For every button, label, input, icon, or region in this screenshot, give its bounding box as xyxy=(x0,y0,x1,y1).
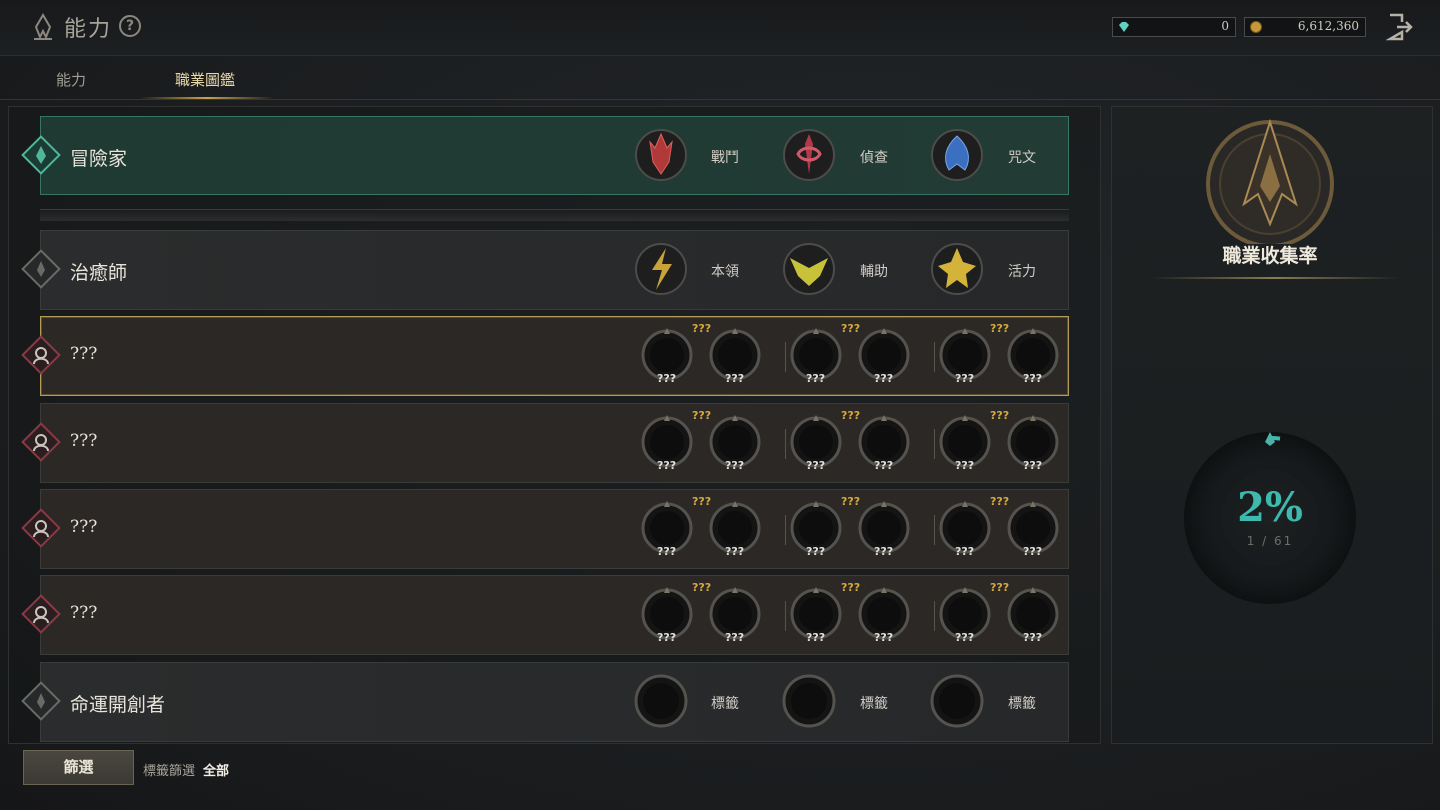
subclass-label: 輔助 xyxy=(860,264,888,280)
empty-emblem-icon[interactable] xyxy=(930,674,984,728)
locked-class-icon xyxy=(21,422,61,462)
group-divider xyxy=(785,601,786,631)
fate-pioneer-emblem-icon xyxy=(21,681,61,721)
subclass-label: 戰鬥 xyxy=(711,150,739,166)
subclass-label: 本領 xyxy=(711,264,739,280)
locked-slot-label: ??? xyxy=(874,459,894,472)
class-name: ??? xyxy=(70,344,98,364)
collection-percent: 2% xyxy=(1237,484,1303,531)
tab-bar: 能力 職業圖鑑 xyxy=(0,56,1440,100)
collection-title: 職業收集率 xyxy=(1222,245,1318,267)
locked-slot-label: ??? xyxy=(955,459,975,472)
scout-emblem-icon[interactable] xyxy=(782,128,836,182)
locked-slot-label: ??? xyxy=(657,631,677,644)
subclass-label: 活力 xyxy=(1008,264,1036,280)
class-row-adventurer[interactable] xyxy=(40,116,1069,195)
class-row-fate-pioneer[interactable] xyxy=(40,662,1069,742)
locked-slot-label: ??? xyxy=(725,545,745,558)
help-circle-icon[interactable]: ? xyxy=(119,15,141,37)
locked-slot-label: ??? xyxy=(955,372,975,385)
locked-class-icon xyxy=(21,335,61,375)
empty-emblem-icon[interactable] xyxy=(782,674,836,728)
collection-count: 1 / 61 xyxy=(1246,534,1294,548)
locked-class-icon xyxy=(21,594,61,634)
healer-emblem-icon xyxy=(21,249,61,289)
group-divider xyxy=(934,515,935,545)
class-name: 治癒師 xyxy=(70,262,128,284)
support-emblem-icon[interactable] xyxy=(782,242,836,296)
subclass-label: 標籤 xyxy=(711,696,739,712)
gold-counter: 6,612,360 xyxy=(1244,17,1366,37)
class-row-locked[interactable] xyxy=(40,316,1069,396)
locked-slot-label: ??? xyxy=(874,631,894,644)
gem-value: 0 xyxy=(1221,19,1229,33)
locked-slot-label: ??? xyxy=(874,372,894,385)
class-name: 冒險家 xyxy=(70,148,128,170)
locked-slot-label: ??? xyxy=(657,459,677,472)
locked-slot-label: ??? xyxy=(725,631,745,644)
class-name: ??? xyxy=(70,603,98,623)
top-bar: 能力 ? 0 6,612,360 xyxy=(0,0,1440,56)
tab-ability[interactable]: 能力 xyxy=(56,69,86,90)
locked-class-icon xyxy=(21,508,61,548)
class-name: ??? xyxy=(70,431,98,451)
page: 能力 ? 0 6,612,360 能力 職業圖鑑 冒險家 戰鬥 偵查 咒文 治癒… xyxy=(0,0,1440,810)
title-divider xyxy=(1150,277,1400,279)
class-row-locked[interactable] xyxy=(40,403,1069,483)
locked-slot-label: ??? xyxy=(657,372,677,385)
tag-filter-label: 標籤篩選 xyxy=(143,764,196,779)
locked-slot-label: ??? xyxy=(657,545,677,558)
exit-icon[interactable] xyxy=(1386,12,1414,42)
gem-icon xyxy=(1119,22,1129,32)
filter-button[interactable]: 篩選 xyxy=(23,750,134,785)
group-divider xyxy=(785,342,786,372)
locked-slot-label: ??? xyxy=(806,372,826,385)
group-divider xyxy=(934,342,935,372)
spell-emblem-icon[interactable] xyxy=(930,128,984,182)
skill-emblem-icon[interactable] xyxy=(634,242,688,296)
active-tab-indicator xyxy=(140,97,274,99)
adventurer-emblem-icon xyxy=(21,135,61,175)
locked-slot-label: ??? xyxy=(806,545,826,558)
tag-filter-value[interactable]: 全部 xyxy=(203,760,229,779)
group-divider xyxy=(785,515,786,545)
empty-emblem-icon[interactable] xyxy=(634,674,688,728)
locked-slot-label: ??? xyxy=(806,631,826,644)
combat-emblem-icon[interactable] xyxy=(634,128,688,182)
subclass-label: 標籤 xyxy=(860,696,888,712)
page-title: 能力 xyxy=(64,17,113,42)
gold-value: 6,612,360 xyxy=(1297,19,1359,33)
group-divider xyxy=(934,429,935,459)
class-row-locked[interactable] xyxy=(40,575,1069,655)
class-crest-icon xyxy=(1206,118,1334,244)
vitality-emblem-icon[interactable] xyxy=(930,242,984,296)
locked-slot-label: ??? xyxy=(1023,459,1043,472)
subclass-label: 咒文 xyxy=(1008,150,1036,166)
locked-slot-label: ??? xyxy=(955,545,975,558)
ability-emblem-icon xyxy=(34,13,52,40)
locked-slot-label: ??? xyxy=(1023,631,1043,644)
tab-class-codex[interactable]: 職業圖鑑 xyxy=(175,69,235,90)
subclass-label: 偵查 xyxy=(860,150,888,166)
group-divider xyxy=(934,601,935,631)
class-row-locked[interactable] xyxy=(40,489,1069,569)
locked-slot-label: ??? xyxy=(725,459,745,472)
locked-slot-label: ??? xyxy=(1023,545,1043,558)
gold-coin-icon xyxy=(1250,21,1262,33)
locked-slot-label: ??? xyxy=(725,372,745,385)
group-divider xyxy=(785,429,786,459)
locked-slot-label: ??? xyxy=(806,459,826,472)
class-name: ??? xyxy=(70,517,98,537)
subclass-label: 標籤 xyxy=(1008,696,1036,712)
gem-counter: 0 xyxy=(1112,17,1236,37)
section-divider xyxy=(40,209,1069,221)
locked-slot-label: ??? xyxy=(955,631,975,644)
class-name: 命運開創者 xyxy=(70,694,166,716)
locked-slot-label: ??? xyxy=(874,545,894,558)
locked-slot-label: ??? xyxy=(1023,372,1043,385)
class-row-healer[interactable] xyxy=(40,230,1069,310)
